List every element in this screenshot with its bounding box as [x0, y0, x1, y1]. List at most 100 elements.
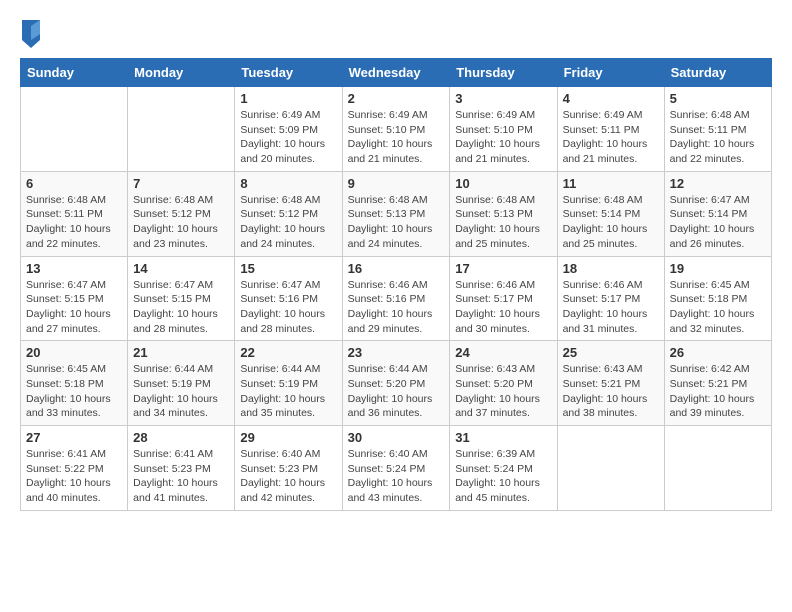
calendar-cell: 27 Sunrise: 6:41 AM Sunset: 5:22 PM Dayli…: [21, 426, 128, 511]
day-info: Sunrise: 6:43 AM Sunset: 5:20 PM Dayligh…: [455, 362, 551, 421]
day-number: 13: [26, 261, 122, 276]
day-number: 8: [240, 176, 336, 191]
calendar-cell: 23 Sunrise: 6:44 AM Sunset: 5:20 PM Dayli…: [342, 341, 450, 426]
day-info: Sunrise: 6:40 AM Sunset: 5:24 PM Dayligh…: [348, 447, 445, 506]
calendar-week-row: 1 Sunrise: 6:49 AM Sunset: 5:09 PM Daylig…: [21, 87, 772, 172]
day-info: Sunrise: 6:45 AM Sunset: 5:18 PM Dayligh…: [26, 362, 122, 421]
day-number: 3: [455, 91, 551, 106]
day-number: 5: [670, 91, 766, 106]
weekday-header: Tuesday: [235, 59, 342, 87]
calendar-cell: 1 Sunrise: 6:49 AM Sunset: 5:09 PM Daylig…: [235, 87, 342, 172]
day-number: 20: [26, 345, 122, 360]
day-info: Sunrise: 6:44 AM Sunset: 5:19 PM Dayligh…: [133, 362, 229, 421]
calendar-cell: 16 Sunrise: 6:46 AM Sunset: 5:16 PM Dayli…: [342, 256, 450, 341]
weekday-header: Monday: [128, 59, 235, 87]
calendar-cell: 24 Sunrise: 6:43 AM Sunset: 5:20 PM Dayli…: [450, 341, 557, 426]
day-info: Sunrise: 6:49 AM Sunset: 5:10 PM Dayligh…: [455, 108, 551, 167]
day-number: 16: [348, 261, 445, 276]
day-number: 14: [133, 261, 229, 276]
calendar-cell: 21 Sunrise: 6:44 AM Sunset: 5:19 PM Dayli…: [128, 341, 235, 426]
day-number: 30: [348, 430, 445, 445]
calendar-cell: 10 Sunrise: 6:48 AM Sunset: 5:13 PM Dayli…: [450, 171, 557, 256]
calendar-cell: 6 Sunrise: 6:48 AM Sunset: 5:11 PM Daylig…: [21, 171, 128, 256]
day-number: 9: [348, 176, 445, 191]
page-header: [20, 20, 772, 48]
day-info: Sunrise: 6:49 AM Sunset: 5:11 PM Dayligh…: [563, 108, 659, 167]
calendar-cell: 7Sunrise: 6:48 AM Sunset: 5:12 PM Daylig…: [128, 171, 235, 256]
weekday-header: Wednesday: [342, 59, 450, 87]
day-info: Sunrise: 6:49 AM Sunset: 5:09 PM Dayligh…: [240, 108, 336, 167]
calendar-cell: 3 Sunrise: 6:49 AM Sunset: 5:10 PM Daylig…: [450, 87, 557, 172]
day-info: Sunrise: 6:44 AM Sunset: 5:19 PM Dayligh…: [240, 362, 336, 421]
calendar-cell: [557, 426, 664, 511]
calendar-cell: 11Sunrise: 6:48 AM Sunset: 5:14 PM Dayli…: [557, 171, 664, 256]
day-number: 2: [348, 91, 445, 106]
calendar-cell: 20 Sunrise: 6:45 AM Sunset: 5:18 PM Dayli…: [21, 341, 128, 426]
calendar-header-row: SundayMondayTuesdayWednesdayThursdayFrid…: [21, 59, 772, 87]
calendar-cell: 19 Sunrise: 6:45 AM Sunset: 5:18 PM Dayli…: [664, 256, 771, 341]
day-info: Sunrise: 6:45 AM Sunset: 5:18 PM Dayligh…: [670, 278, 766, 337]
calendar-cell: 28 Sunrise: 6:41 AM Sunset: 5:23 PM Dayli…: [128, 426, 235, 511]
day-number: 22: [240, 345, 336, 360]
logo-icon: [22, 20, 40, 48]
day-number: 23: [348, 345, 445, 360]
calendar-week-row: 13 Sunrise: 6:47 AM Sunset: 5:15 PM Dayli…: [21, 256, 772, 341]
day-info: Sunrise: 6:48 AM Sunset: 5:13 PM Dayligh…: [348, 193, 445, 252]
day-info: Sunrise: 6:48 AM Sunset: 5:13 PM Dayligh…: [455, 193, 551, 252]
day-number: 31: [455, 430, 551, 445]
calendar-cell: 29 Sunrise: 6:40 AM Sunset: 5:23 PM Dayli…: [235, 426, 342, 511]
calendar-cell: 25Sunrise: 6:43 AM Sunset: 5:21 PM Dayli…: [557, 341, 664, 426]
day-number: 12: [670, 176, 766, 191]
day-info: Sunrise: 6:46 AM Sunset: 5:16 PM Dayligh…: [348, 278, 445, 337]
day-number: 19: [670, 261, 766, 276]
day-number: 10: [455, 176, 551, 191]
calendar-cell: 12 Sunrise: 6:47 AM Sunset: 5:14 PM Dayli…: [664, 171, 771, 256]
day-info: Sunrise: 6:40 AM Sunset: 5:23 PM Dayligh…: [240, 447, 336, 506]
day-number: 4: [563, 91, 659, 106]
day-info: Sunrise: 6:46 AM Sunset: 5:17 PM Dayligh…: [563, 278, 659, 337]
day-number: 1: [240, 91, 336, 106]
calendar-cell: 26Sunrise: 6:42 AM Sunset: 5:21 PM Dayli…: [664, 341, 771, 426]
day-info: Sunrise: 6:47 AM Sunset: 5:16 PM Dayligh…: [240, 278, 336, 337]
calendar-cell: 22 Sunrise: 6:44 AM Sunset: 5:19 PM Dayli…: [235, 341, 342, 426]
day-info: Sunrise: 6:47 AM Sunset: 5:15 PM Dayligh…: [133, 278, 229, 337]
calendar-cell: 31 Sunrise: 6:39 AM Sunset: 5:24 PM Dayli…: [450, 426, 557, 511]
day-info: Sunrise: 6:41 AM Sunset: 5:22 PM Dayligh…: [26, 447, 122, 506]
day-info: Sunrise: 6:48 AM Sunset: 5:12 PM Dayligh…: [240, 193, 336, 252]
day-info: Sunrise: 6:44 AM Sunset: 5:20 PM Dayligh…: [348, 362, 445, 421]
day-number: 24: [455, 345, 551, 360]
day-number: 17: [455, 261, 551, 276]
weekday-header: Thursday: [450, 59, 557, 87]
day-number: 29: [240, 430, 336, 445]
logo-text: [20, 20, 40, 48]
day-number: 27: [26, 430, 122, 445]
day-number: 6: [26, 176, 122, 191]
calendar-cell: 8 Sunrise: 6:48 AM Sunset: 5:12 PM Daylig…: [235, 171, 342, 256]
day-number: 21: [133, 345, 229, 360]
day-number: 15: [240, 261, 336, 276]
weekday-header: Friday: [557, 59, 664, 87]
calendar-cell: 18Sunrise: 6:46 AM Sunset: 5:17 PM Dayli…: [557, 256, 664, 341]
day-info: Sunrise: 6:48 AM Sunset: 5:12 PM Dayligh…: [133, 193, 229, 252]
calendar-week-row: 27 Sunrise: 6:41 AM Sunset: 5:22 PM Dayli…: [21, 426, 772, 511]
day-info: Sunrise: 6:39 AM Sunset: 5:24 PM Dayligh…: [455, 447, 551, 506]
calendar-cell: [128, 87, 235, 172]
calendar-week-row: 20 Sunrise: 6:45 AM Sunset: 5:18 PM Dayli…: [21, 341, 772, 426]
day-info: Sunrise: 6:48 AM Sunset: 5:11 PM Dayligh…: [670, 108, 766, 167]
day-info: Sunrise: 6:41 AM Sunset: 5:23 PM Dayligh…: [133, 447, 229, 506]
calendar-cell: 5 Sunrise: 6:48 AM Sunset: 5:11 PM Daylig…: [664, 87, 771, 172]
calendar-cell: 2Sunrise: 6:49 AM Sunset: 5:10 PM Daylig…: [342, 87, 450, 172]
day-info: Sunrise: 6:47 AM Sunset: 5:14 PM Dayligh…: [670, 193, 766, 252]
day-info: Sunrise: 6:48 AM Sunset: 5:11 PM Dayligh…: [26, 193, 122, 252]
calendar-cell: 17Sunrise: 6:46 AM Sunset: 5:17 PM Dayli…: [450, 256, 557, 341]
day-number: 28: [133, 430, 229, 445]
calendar-cell: 30 Sunrise: 6:40 AM Sunset: 5:24 PM Dayli…: [342, 426, 450, 511]
calendar-cell: [664, 426, 771, 511]
calendar-week-row: 6 Sunrise: 6:48 AM Sunset: 5:11 PM Daylig…: [21, 171, 772, 256]
logo: [20, 20, 40, 48]
calendar-cell: 9 Sunrise: 6:48 AM Sunset: 5:13 PM Daylig…: [342, 171, 450, 256]
calendar-cell: 4 Sunrise: 6:49 AM Sunset: 5:11 PM Daylig…: [557, 87, 664, 172]
day-info: Sunrise: 6:48 AM Sunset: 5:14 PM Dayligh…: [563, 193, 659, 252]
calendar-cell: 15 Sunrise: 6:47 AM Sunset: 5:16 PM Dayli…: [235, 256, 342, 341]
day-number: 26: [670, 345, 766, 360]
